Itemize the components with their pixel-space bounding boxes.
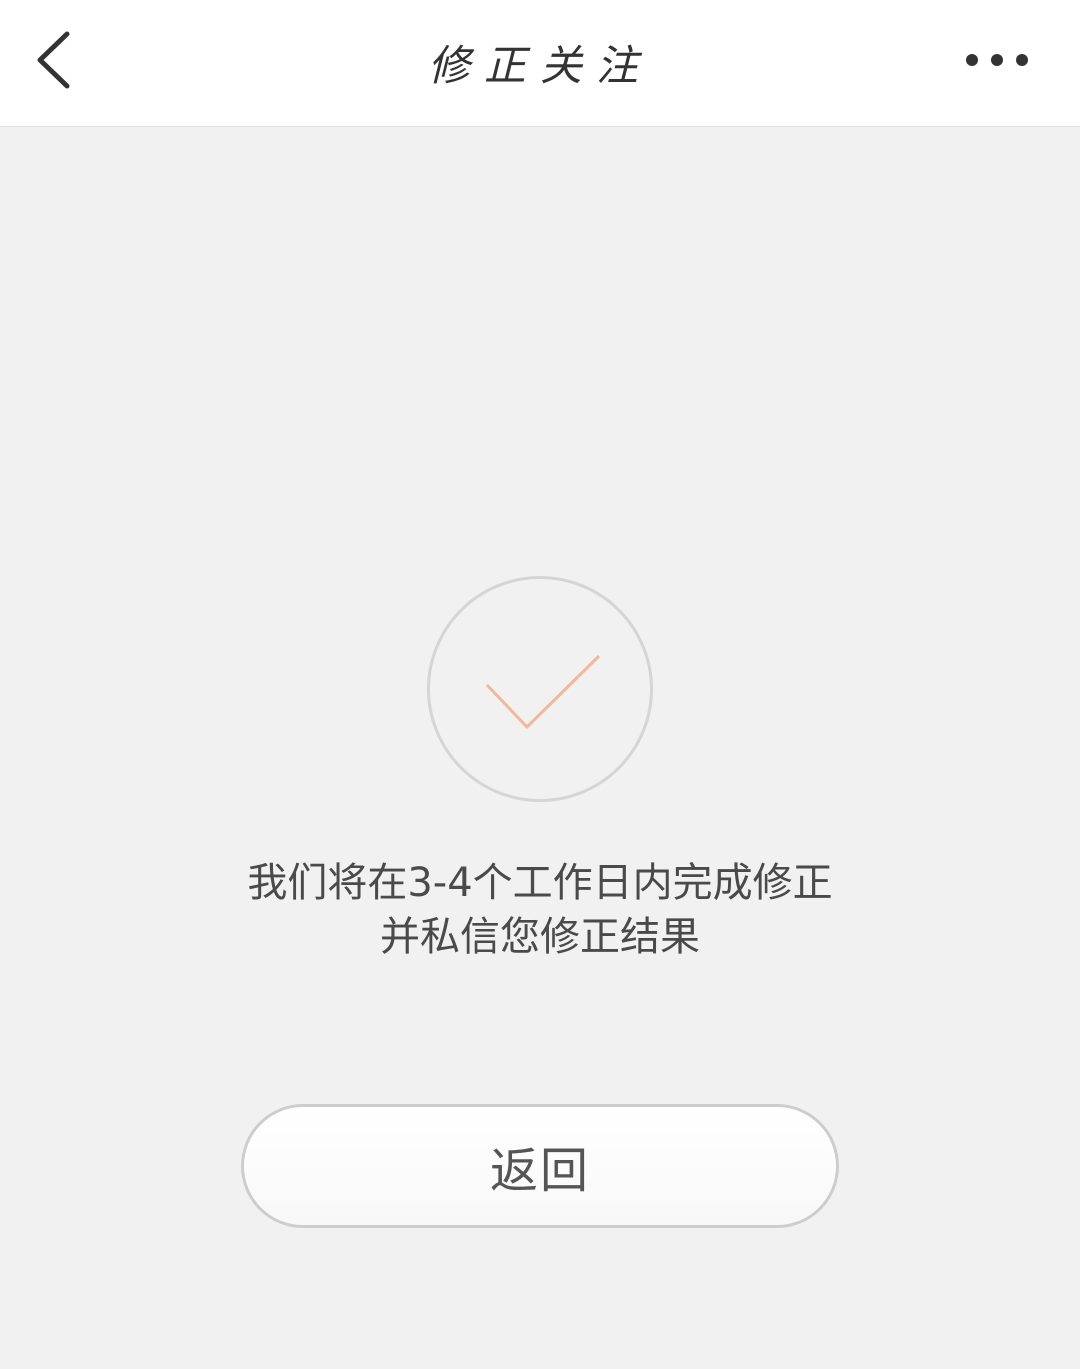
message-line-1: 我们将在3-4个工作日内完成修正 bbox=[247, 860, 833, 906]
return-button[interactable]: 返回 bbox=[241, 1104, 839, 1228]
more-options-button[interactable] bbox=[960, 40, 1040, 80]
top-navigation-bar: 修正关注 bbox=[0, 0, 1080, 127]
check-icon bbox=[485, 654, 601, 730]
more-horizontal-icon bbox=[966, 54, 1028, 66]
confirmation-message: 我们将在3-4个工作日内完成修正 并私信您修正结果 bbox=[140, 856, 940, 964]
message-line-2: 并私信您修正结果 bbox=[380, 914, 700, 960]
success-badge bbox=[427, 576, 653, 802]
return-button-label: 返回 bbox=[489, 1143, 590, 1199]
page-title: 修正关注 bbox=[427, 41, 652, 90]
